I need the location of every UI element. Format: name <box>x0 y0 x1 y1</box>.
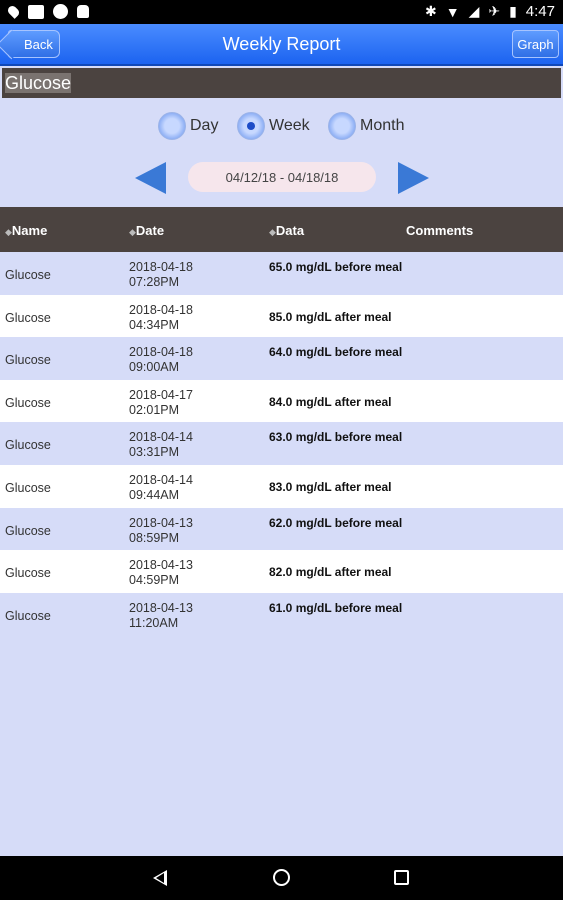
metric-field[interactable]: Glucose <box>2 68 561 98</box>
table-body: Glucose 2018-04-18 07:28PM 65.0 mg/dL bef… <box>0 252 563 636</box>
status-bar: ✱ ▼ ◢ ✈ ▮ 4:47 <box>0 0 563 24</box>
battery-icon: ▮ <box>509 3 517 19</box>
row-date: 2018-04-18 <box>129 345 193 360</box>
title-bar: Back Weekly Report Graph <box>0 24 563 66</box>
radio-circle[interactable] <box>328 112 356 140</box>
table-row[interactable]: Glucose 2018-04-17 02:01PM 84.0 mg/dL aft… <box>0 379 563 423</box>
row-data: 61.0 mg/dL before meal <box>269 600 403 615</box>
row-datetime: 2018-04-18 04:34PM <box>129 303 193 333</box>
row-data: 83.0 mg/dL after meal <box>269 479 392 494</box>
nav-back-icon[interactable] <box>153 870 167 886</box>
table-row[interactable]: Glucose 2018-04-13 11:20AM 61.0 mg/dL bef… <box>0 592 563 636</box>
nav-recents-icon[interactable] <box>394 870 409 885</box>
row-data: 64.0 mg/dL before meal <box>269 345 403 360</box>
mail-icon <box>28 4 44 19</box>
row-datetime: 2018-04-18 09:00AM <box>129 345 193 375</box>
row-name: Glucose <box>5 395 51 410</box>
row-datetime: 2018-04-18 07:28PM <box>129 260 193 290</box>
radio-week-label: Week <box>269 117 310 134</box>
row-name: Glucose <box>5 310 51 325</box>
sort-icon: ◆ <box>269 227 276 237</box>
row-datetime: 2018-04-14 03:31PM <box>129 430 193 460</box>
airplane-icon: ✈ <box>488 3 501 19</box>
nav-home-icon[interactable] <box>273 869 290 886</box>
location-icon <box>6 4 21 19</box>
row-datetime: 2018-04-13 04:59PM <box>129 558 193 588</box>
row-name: Glucose <box>5 523 51 538</box>
column-name[interactable]: ◆Name <box>5 223 47 238</box>
radio-day-label: Day <box>190 117 219 134</box>
row-datetime: 2018-04-14 09:44AM <box>129 473 193 503</box>
table-row[interactable]: Glucose 2018-04-14 09:44AM 83.0 mg/dL aft… <box>0 464 563 508</box>
radio-week[interactable]: Week <box>237 110 310 142</box>
notification-icon <box>53 4 68 19</box>
table-row[interactable]: Glucose 2018-04-13 08:59PM 62.0 mg/dL bef… <box>0 507 563 551</box>
row-name: Glucose <box>5 438 51 453</box>
sort-icon: ◆ <box>129 227 136 237</box>
table-row[interactable]: Glucose 2018-04-18 07:28PM 65.0 mg/dL bef… <box>0 252 563 295</box>
row-date: 2018-04-18 <box>129 260 193 274</box>
row-name: Glucose <box>5 353 51 368</box>
radio-day[interactable]: Day <box>158 110 218 142</box>
row-time: 02:01PM <box>129 402 180 417</box>
row-time: 09:44AM <box>129 487 180 502</box>
android-icon <box>77 5 89 18</box>
sort-icon: ◆ <box>5 227 12 237</box>
graph-button[interactable]: Graph <box>512 30 559 58</box>
radio-month[interactable]: Month <box>328 110 404 142</box>
row-time: 08:59PM <box>129 530 180 545</box>
row-date: 2018-04-17 <box>129 387 193 402</box>
row-time: 04:34PM <box>129 317 180 332</box>
date-range: 04/12/18 - 04/18/18 <box>188 162 376 192</box>
row-datetime: 2018-04-13 08:59PM <box>129 516 193 546</box>
row-time: 11:20AM <box>129 615 179 630</box>
page-title: Weekly Report <box>222 34 341 54</box>
table-row[interactable]: Glucose 2018-04-18 09:00AM 64.0 mg/dL bef… <box>0 337 563 380</box>
row-data: 62.0 mg/dL before meal <box>269 515 403 530</box>
table-row[interactable]: Glucose 2018-04-18 04:34PM 85.0 mg/dL aft… <box>0 294 563 338</box>
row-date: 2018-04-14 <box>129 472 193 487</box>
row-date: 2018-04-13 <box>129 600 193 615</box>
row-time: 04:59PM <box>129 573 180 588</box>
bluetooth-icon: ✱ <box>424 3 437 19</box>
table-row[interactable]: Glucose 2018-04-13 04:59PM 82.0 mg/dL aft… <box>0 550 563 593</box>
row-date: 2018-04-18 <box>129 302 193 317</box>
metric-value: Glucose <box>5 73 72 93</box>
row-data: 82.0 mg/dL after meal <box>269 565 392 580</box>
radio-circle-selected[interactable] <box>237 112 265 140</box>
row-name: Glucose <box>5 480 51 495</box>
row-data: 85.0 mg/dL after meal <box>269 309 392 324</box>
row-data: 63.0 mg/dL before meal <box>269 430 403 445</box>
row-date: 2018-04-13 <box>129 515 193 530</box>
row-data: 84.0 mg/dL after meal <box>269 394 392 409</box>
no-signal-icon: ◢ <box>468 3 480 19</box>
navigation-bar <box>0 856 563 900</box>
metric-selector[interactable]: Glucose <box>0 66 563 100</box>
wifi-icon: ▼ <box>445 3 460 20</box>
column-data[interactable]: ◆Data <box>269 223 304 238</box>
table-row[interactable]: Glucose 2018-04-14 03:31PM 63.0 mg/dL bef… <box>0 422 563 465</box>
row-datetime: 2018-04-17 02:01PM <box>129 388 193 418</box>
radio-circle[interactable] <box>158 112 186 140</box>
table-header: ◆Name ◆Date ◆Data Comments <box>0 207 563 252</box>
column-date[interactable]: ◆Date <box>129 223 164 238</box>
column-comments: Comments <box>406 223 474 238</box>
row-data: 65.0 mg/dL before meal <box>269 260 403 274</box>
row-name: Glucose <box>5 566 51 581</box>
row-time: 09:00AM <box>129 360 180 375</box>
row-datetime: 2018-04-13 11:20AM <box>129 601 193 631</box>
row-time: 07:28PM <box>129 275 180 289</box>
previous-week-arrow-icon[interactable] <box>135 162 166 194</box>
radio-month-label: Month <box>360 117 405 134</box>
row-date: 2018-04-14 <box>129 430 193 445</box>
row-date: 2018-04-13 <box>129 558 193 573</box>
row-name: Glucose <box>5 268 51 282</box>
next-week-arrow-icon[interactable] <box>398 162 429 194</box>
row-name: Glucose <box>5 608 51 623</box>
row-time: 03:31PM <box>129 445 180 460</box>
clock: 4:47 <box>525 3 555 20</box>
